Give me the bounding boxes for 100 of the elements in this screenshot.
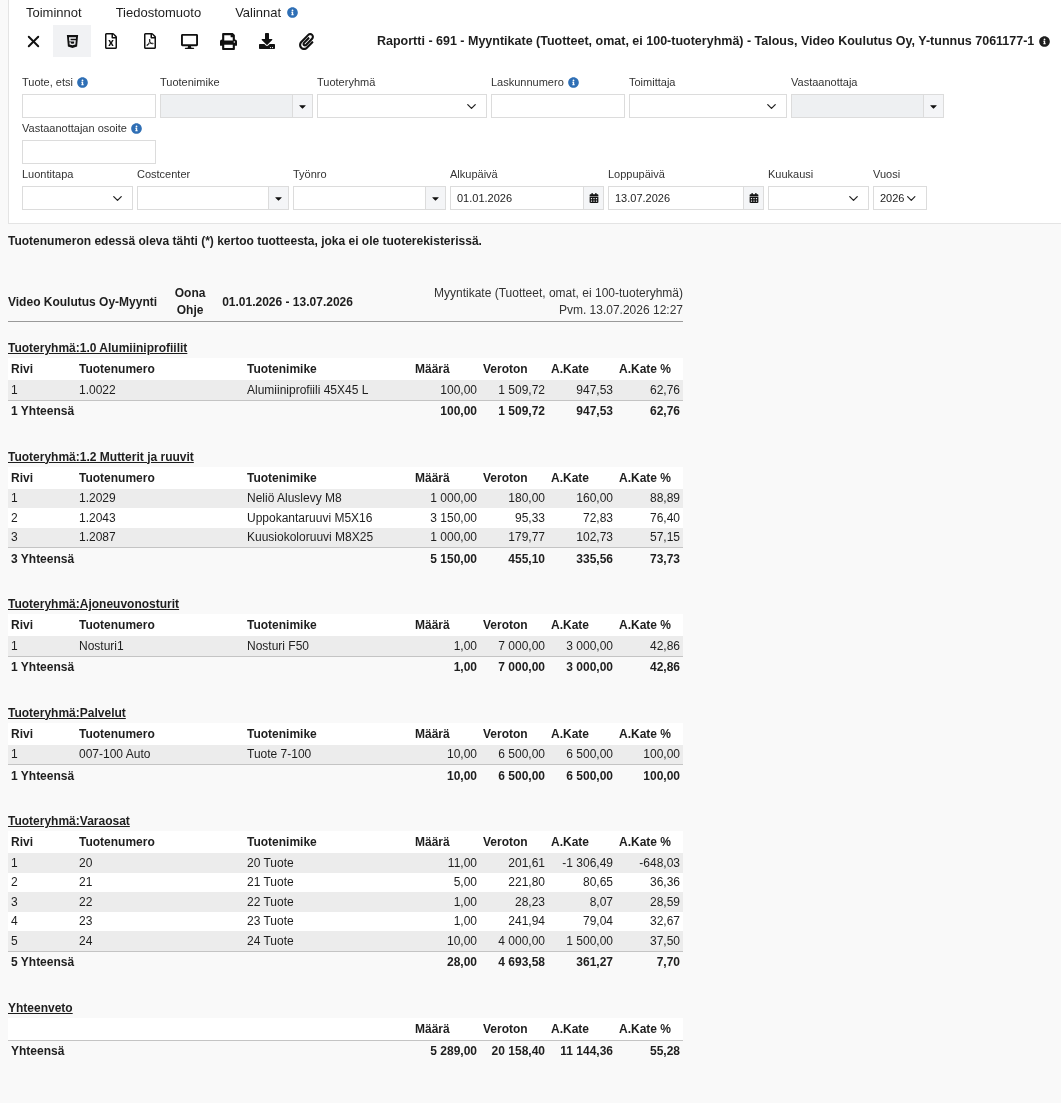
group-title: Tuoteryhmä:Ajoneuvonosturit — [8, 597, 180, 611]
table-cell-text: 1 — [10, 382, 19, 397]
total-cell-text: 4 693,58 — [497, 955, 546, 969]
column-header: A.Kate % — [618, 726, 672, 741]
column-header: A.Kate % — [618, 470, 672, 485]
total-label: 1 Yhteensä — [10, 404, 76, 418]
group-title: Tuoteryhmä:Varaosat — [8, 814, 130, 828]
table-cell-text: 201,61 — [507, 855, 546, 870]
table-cell-text: 80,65 — [581, 875, 614, 890]
select-field[interactable] — [768, 186, 869, 210]
column-header: Veroton — [482, 835, 529, 849]
column-header: A.Kate % — [618, 362, 672, 376]
field-label: Laskunnumero — [491, 76, 564, 88]
field-label: Tuotenimike — [160, 76, 220, 88]
table-cell-text: 4 000,00 — [497, 933, 546, 948]
column-header: Rivi — [10, 618, 34, 632]
table-cell-text: 1 — [10, 855, 19, 870]
calendar-button[interactable] — [583, 187, 603, 209]
total-label: 1 Yhteensä — [10, 660, 76, 674]
column-header: Rivi — [10, 470, 34, 485]
select-field[interactable] — [22, 186, 133, 210]
report-title: Raportti - 691 - Myyntikate (Tuotteet, omat, ei 100-tuoteryhmä) - Talous, Video Koulutus Oy, Y-tunnus 7061177-1 — [377, 34, 1035, 48]
text-field[interactable] — [22, 94, 156, 118]
field-label: Toimittaja — [629, 76, 676, 88]
table-cell-text: 5,00 — [452, 875, 478, 890]
menu-item[interactable]: Toiminnot — [26, 4, 82, 20]
table-cell-text: 3 — [10, 894, 19, 909]
table-cell-text: 102,73 — [575, 530, 614, 545]
menu-item[interactable]: Valinnat — [235, 4, 282, 20]
combo-field[interactable] — [137, 186, 289, 210]
column-header: A.Kate — [550, 618, 590, 632]
table-cell-text: 4 — [10, 914, 19, 929]
total-cell-text: 55,28 — [648, 1044, 681, 1058]
table-cell-text: 28,59 — [648, 894, 681, 909]
column-header: Tuotenumero — [78, 618, 156, 632]
calendar-icon — [748, 193, 759, 203]
group-title: Tuoteryhmä:1.0 Alumiiniprofiilit — [8, 341, 188, 355]
column-header: Veroton — [482, 1021, 529, 1036]
user-name: Oona Ohje — [173, 285, 207, 319]
table-cell-text: 1 509,72 — [497, 382, 546, 397]
menu-item[interactable]: Tiedostomuoto — [115, 4, 202, 20]
text-field[interactable] — [22, 140, 156, 164]
date-field[interactable]: 13.07.2026 — [608, 186, 764, 210]
column-header: Määrä — [414, 470, 451, 485]
html-button[interactable] — [53, 25, 91, 57]
field-label: Vuosi — [873, 168, 901, 180]
field-label: Costcenter — [137, 168, 191, 180]
date-field[interactable]: 01.01.2026 — [450, 186, 604, 210]
table-cell-text: 62,76 — [648, 382, 681, 397]
table-cell-text: 6 500,00 — [565, 747, 614, 762]
table-cell-text: 37,50 — [648, 933, 681, 948]
total-cell-text: 361,27 — [575, 955, 614, 969]
table-cell-text: Alumiiniprofiili 45X45 L — [246, 382, 370, 397]
table-cell-text: Tuote 7-100 — [246, 747, 313, 762]
select-field[interactable]: 2026 — [873, 186, 927, 210]
column-header: Tuotenumero — [78, 835, 156, 849]
table-cell-text: 24 — [78, 933, 94, 948]
column-header: Veroton — [482, 362, 529, 376]
table-cell-text: 23 Tuote — [246, 914, 295, 929]
table-cell-text: 57,15 — [648, 530, 681, 545]
total-cell-text: 100,00 — [642, 768, 681, 783]
printer-icon — [219, 32, 237, 50]
total-cell-text: 335,56 — [575, 551, 614, 566]
field-label: Vastaanottajan osoite — [22, 122, 127, 134]
total-cell-text: 62,76 — [648, 404, 681, 418]
calendar-icon — [588, 193, 599, 203]
table-cell-text: 1 — [10, 638, 19, 653]
dropdown-button[interactable] — [268, 187, 288, 209]
combo-field[interactable] — [293, 186, 446, 210]
column-header: Veroton — [482, 618, 529, 632]
total-cell-text: 947,53 — [575, 404, 614, 418]
calendar-button[interactable] — [743, 187, 763, 209]
table-cell-text: 1,00 — [452, 914, 478, 929]
table-cell-text: 2 — [10, 510, 19, 525]
table-cell-text: 1,00 — [452, 638, 478, 653]
download-icon — [259, 33, 275, 49]
table-cell-text: Uppokantaruuvi M5X16 — [246, 510, 374, 525]
total-cell-text: 6 500,00 — [565, 768, 614, 783]
total-cell-text: 10,00 — [445, 768, 478, 783]
field-label: Alkupäivä — [450, 168, 498, 180]
table-cell-text: Nosturi F50 — [246, 638, 311, 653]
field-label: Loppupäivä — [608, 168, 665, 180]
column-header: A.Kate — [550, 470, 590, 485]
dropdown-button[interactable] — [425, 187, 445, 209]
table-cell-text: 28,23 — [513, 894, 546, 909]
column-header: Rivi — [10, 726, 34, 741]
table-cell-text: 3 000,00 — [565, 638, 614, 653]
field-label: Työnro — [293, 168, 327, 180]
table-cell-text: 100,00 — [439, 382, 478, 397]
company-name: Video Koulutus Oy-Myynti — [8, 293, 158, 311]
excel-file-icon — [103, 33, 119, 49]
select-field[interactable] — [629, 94, 787, 118]
table-cell-text: 36,36 — [648, 875, 681, 890]
table-cell-text: Kuusiokoloruuvi M8X25 — [246, 530, 375, 545]
table-cell-text: 5 — [10, 933, 19, 948]
html5-icon — [64, 33, 80, 49]
text-field[interactable] — [491, 94, 625, 118]
table-cell-text: 23 — [78, 914, 94, 929]
total-cell-text: 20 158,40 — [490, 1044, 546, 1058]
select-field[interactable] — [317, 94, 487, 118]
